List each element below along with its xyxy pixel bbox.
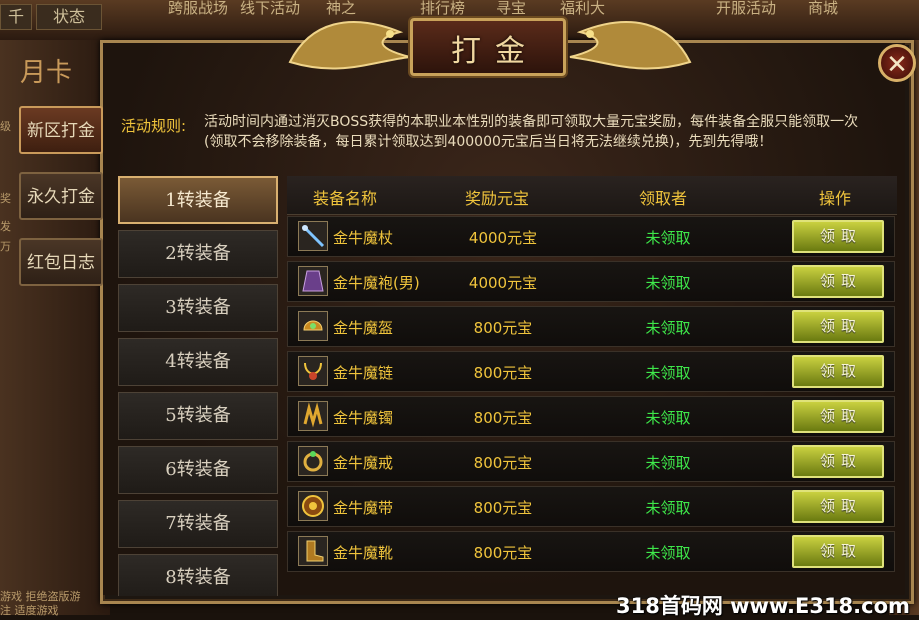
top-nav-cross-server[interactable]: 跨服战场: [168, 0, 228, 20]
reward-amount: 800元宝: [473, 454, 533, 472]
reward-amount: 800元宝: [473, 499, 533, 517]
bg-scrap: 万: [0, 240, 11, 253]
claim-status: 未领取: [645, 274, 691, 292]
table-row: 金牛魔盔 800元宝 未领取 领取: [287, 306, 895, 347]
dialog-title: 打金: [451, 34, 539, 69]
rules-text: 活动时间内通过消灭BOSS获得的本职业本性别的装备即可领取大量元宝奖励，每件装备…: [204, 114, 859, 150]
monthly-card-icon[interactable]: 月卡: [20, 52, 72, 89]
category-item[interactable]: 6转装备: [118, 446, 278, 494]
table-row: 金牛魔戒 800元宝 未领取 领取: [287, 441, 895, 482]
category-item[interactable]: 2转装备: [118, 230, 278, 278]
top-nav-ranking[interactable]: 排行榜: [420, 0, 465, 20]
claim-button[interactable]: 领取: [792, 220, 884, 253]
claim-status: 未领取: [645, 364, 691, 382]
claim-status: 未领取: [645, 499, 691, 517]
bracelet-icon[interactable]: [298, 401, 328, 431]
claim-button[interactable]: 领取: [792, 355, 884, 388]
necklace-icon[interactable]: [298, 356, 328, 386]
reward-amount: 800元宝: [473, 364, 533, 382]
header-reward: 奖励元宝: [465, 189, 530, 208]
claim-button[interactable]: 领取: [792, 310, 884, 343]
reward-amount: 4000元宝: [468, 274, 538, 292]
claim-status: 未领取: [645, 319, 691, 337]
category-item[interactable]: 5转装备: [118, 392, 278, 440]
reward-amount: 4000元宝: [468, 229, 538, 247]
table-row: 金牛魔带 800元宝 未领取 领取: [287, 486, 895, 527]
claim-status: 未领取: [645, 544, 691, 562]
category-item[interactable]: 4转装备: [118, 338, 278, 386]
table-row: 金牛魔杖 4000元宝 未领取 领取: [287, 216, 895, 257]
table-row: 金牛魔链 800元宝 未领取 领取: [287, 351, 895, 392]
bg-scrap: 级: [0, 120, 11, 133]
header-claimer: 领取者: [639, 189, 688, 208]
category-list: 1转装备 2转装备 3转装备 4转装备 5转装备 6转装备 7转装备 8转装备: [118, 176, 280, 596]
close-icon[interactable]: ✕: [878, 44, 916, 82]
equipment-name: 金牛魔杖: [333, 229, 394, 247]
boots-icon[interactable]: [298, 536, 328, 566]
claim-button[interactable]: 领取: [792, 535, 884, 568]
equipment-name: 金牛魔链: [333, 364, 394, 382]
equipment-name: 金牛魔袍(男): [333, 274, 420, 292]
bg-scrap: 奖: [0, 192, 11, 205]
equipment-name: 金牛魔靴: [333, 544, 394, 562]
top-nav-shop[interactable]: 商城: [808, 0, 838, 20]
bg-scrap: 发: [0, 220, 11, 233]
claim-button[interactable]: 领取: [792, 490, 884, 523]
category-item[interactable]: 3转装备: [118, 284, 278, 332]
claim-status: 未领取: [645, 229, 691, 247]
header-equipment-name: 装备名称: [313, 189, 378, 208]
claim-button[interactable]: 领取: [792, 265, 884, 298]
claim-button[interactable]: 领取: [792, 445, 884, 478]
dragon-ornament-right-icon: [569, 21, 692, 70]
ring-icon[interactable]: [298, 446, 328, 476]
equipment-name: 金牛魔盔: [333, 319, 394, 337]
side-tab-new-server[interactable]: 新区打金: [19, 106, 103, 154]
reward-amount: 800元宝: [473, 319, 533, 337]
category-item[interactable]: 1转装备: [118, 176, 278, 224]
top-nav-treasure[interactable]: 寻宝: [496, 0, 526, 20]
rules-label: 活动规则:: [121, 117, 187, 135]
table-row: 金牛魔镯 800元宝 未领取 领取: [287, 396, 895, 437]
claim-status: 未领取: [645, 454, 691, 472]
table-header: 装备名称 奖励元宝 领取者 操作: [287, 176, 897, 215]
table-row: 金牛魔靴 800元宝 未领取 领取: [287, 531, 895, 572]
top-tab-status[interactable]: 状态: [36, 4, 102, 30]
helmet-icon[interactable]: [298, 311, 328, 341]
equipment-table: 装备名称 奖励元宝 领取者 操作 金牛魔杖 4000元宝 未领取 领取 金牛魔袍…: [287, 176, 897, 576]
reward-amount: 800元宝: [473, 409, 533, 427]
belt-icon[interactable]: [298, 491, 328, 521]
bg-scrap: 注 适度游戏: [0, 604, 59, 617]
equipment-name: 金牛魔镯: [333, 409, 394, 427]
category-item[interactable]: 7转装备: [118, 500, 278, 548]
reward-amount: 800元宝: [473, 544, 533, 562]
equipment-name: 金牛魔带: [333, 499, 394, 517]
top-tab-qian[interactable]: 千: [0, 4, 32, 30]
side-tab-red-packet-log[interactable]: 红包日志: [19, 238, 103, 286]
category-item[interactable]: 8转装备: [118, 554, 278, 596]
claim-status: 未领取: [645, 409, 691, 427]
equipment-name: 金牛魔戒: [333, 454, 394, 472]
robe-icon[interactable]: [298, 266, 328, 296]
side-tab-permanent[interactable]: 永久打金: [19, 172, 103, 220]
site-watermark: 318首码网 www.E318.com: [616, 594, 910, 618]
staff-icon[interactable]: [298, 221, 328, 251]
table-row: 金牛魔袍(男) 4000元宝 未领取 领取: [287, 261, 895, 302]
top-nav-server-open[interactable]: 开服活动: [716, 0, 776, 20]
claim-button[interactable]: 领取: [792, 400, 884, 433]
dragon-ornament-left-icon: [288, 21, 411, 70]
header-action: 操作: [819, 189, 852, 208]
